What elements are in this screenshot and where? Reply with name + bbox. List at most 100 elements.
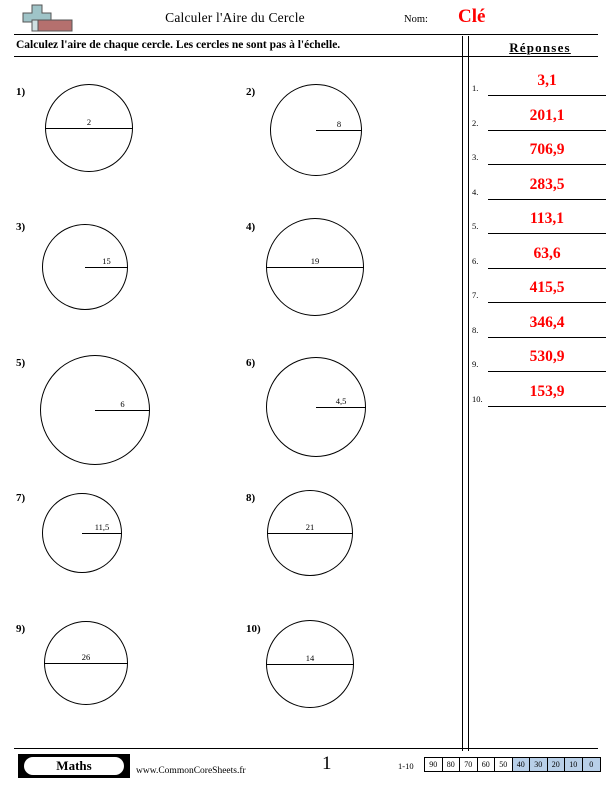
answer-value[interactable]: 3,1 — [488, 72, 606, 90]
scale-cell: 40 — [512, 758, 530, 771]
answers-heading: Réponses — [509, 40, 571, 55]
diameter-line — [44, 663, 128, 664]
answer-row: 2. 201,1 — [472, 105, 608, 136]
diameter-line — [45, 128, 133, 129]
problem-number: 3) — [16, 221, 26, 233]
grading-scale: 90 80 70 60 50 40 30 20 10 0 — [424, 757, 601, 772]
measurement-label: 6 — [120, 399, 125, 409]
circle-figure: 19 — [266, 218, 364, 316]
measurement-label: 8 — [336, 119, 342, 129]
circle-figure: 4,5 — [266, 357, 366, 457]
answer-row: 10. 153,9 — [472, 381, 608, 412]
answer-value[interactable]: 63,6 — [488, 245, 606, 263]
answer-row: 1. 3,1 — [472, 70, 608, 101]
answer-writing-line[interactable] — [488, 302, 606, 303]
circle-figure: 21 — [267, 490, 353, 576]
answer-number: 4. — [472, 187, 479, 197]
answer-number: 8. — [472, 325, 479, 335]
footer-column-tick-inner — [468, 741, 469, 751]
scale-cell: 20 — [547, 758, 565, 771]
radius-line — [316, 130, 362, 131]
answer-writing-line[interactable] — [488, 130, 606, 131]
measurement-label: 14 — [305, 653, 315, 663]
circle-figure: 11,5 — [42, 493, 122, 573]
scale-cell: 50 — [495, 758, 513, 771]
answer-number: 6. — [472, 256, 479, 266]
answer-row: 5. 113,1 — [472, 208, 608, 239]
measurement-label: 19 — [310, 256, 320, 266]
brand-label: Maths — [56, 758, 92, 773]
scale-range-label: 1-10 — [398, 761, 414, 771]
answer-writing-line[interactable] — [488, 95, 606, 96]
answer-row: 3. 706,9 — [472, 139, 608, 170]
diameter-line — [267, 533, 353, 534]
answer-number: 7. — [472, 290, 479, 300]
circle-figure: 8 — [270, 84, 362, 176]
measurement-label: 4,5 — [335, 396, 347, 406]
site-url: www.CommonCoreSheets.fr — [136, 766, 246, 776]
measurement-label: 26 — [81, 652, 91, 662]
problem-number: 1) — [16, 86, 26, 98]
page-number: 1 — [322, 753, 332, 774]
footer-column-tick-outer — [462, 741, 463, 751]
circle-figure: 26 — [44, 621, 128, 705]
answer-writing-line[interactable] — [488, 164, 606, 165]
answer-writing-line[interactable] — [488, 233, 606, 234]
diameter-line — [266, 267, 364, 268]
answer-writing-line[interactable] — [488, 337, 606, 338]
answer-number: 3. — [472, 152, 479, 162]
problem-number: 5) — [16, 357, 26, 369]
answer-column-divider-inner — [468, 36, 469, 741]
footer-divider — [14, 748, 598, 749]
scale-cell: 0 — [582, 758, 600, 771]
diameter-line — [266, 664, 354, 665]
instructions-text: Calculez l'aire de chaque cercle. Les ce… — [16, 39, 341, 51]
name-value: Clé — [458, 6, 486, 27]
measurement-label: 11,5 — [94, 522, 110, 532]
answer-value[interactable]: 153,9 — [488, 383, 606, 401]
radius-line — [95, 410, 150, 411]
answer-column-divider-outer — [462, 36, 463, 741]
radius-line — [316, 407, 366, 408]
scale-cell: 30 — [530, 758, 548, 771]
answer-row: 6. 63,6 — [472, 243, 608, 274]
answer-value[interactable]: 113,1 — [488, 210, 606, 228]
answer-value[interactable]: 706,9 — [488, 141, 606, 159]
problem-number: 10) — [246, 623, 261, 635]
page-title: Calculer l'Aire du Cercle — [165, 10, 305, 25]
problem-number: 7) — [16, 492, 26, 504]
answer-number: 2. — [472, 118, 479, 128]
problem-number: 4) — [246, 221, 256, 233]
circle-figure: 14 — [266, 620, 354, 708]
answer-writing-line[interactable] — [488, 268, 606, 269]
scale-cell: 60 — [478, 758, 495, 771]
answer-writing-line[interactable] — [488, 406, 606, 407]
scale-cell: 10 — [565, 758, 583, 771]
answer-value[interactable]: 283,5 — [488, 176, 606, 194]
answer-number: 1. — [472, 83, 479, 93]
answer-value[interactable]: 346,4 — [488, 314, 606, 332]
measurement-label: 21 — [305, 522, 315, 532]
answer-value[interactable]: 201,1 — [488, 107, 606, 125]
scale-cell: 90 — [425, 758, 443, 771]
answer-value[interactable]: 530,9 — [488, 348, 606, 366]
circle-figure: 2 — [45, 84, 133, 172]
answer-row: 8. 346,4 — [472, 312, 608, 343]
measurement-label: 15 — [102, 256, 111, 266]
answer-writing-line[interactable] — [488, 199, 606, 200]
name-label: Nom: — [404, 14, 428, 25]
page-header: Calculer l'Aire du Cercle Nom: Clé — [0, 0, 612, 36]
problem-number: 8) — [246, 492, 256, 504]
answer-writing-line[interactable] — [488, 371, 606, 372]
answer-number: 5. — [472, 221, 479, 231]
problem-number: 9) — [16, 623, 26, 635]
radius-line — [82, 533, 122, 534]
answer-row: 7. 415,5 — [472, 277, 608, 308]
answer-number: 9. — [472, 359, 479, 369]
radius-line — [85, 267, 128, 268]
answer-row: 4. 283,5 — [472, 174, 608, 205]
circle-figure: 15 — [42, 224, 128, 310]
problem-number: 6) — [246, 357, 256, 369]
scale-cell: 70 — [460, 758, 478, 771]
answer-value[interactable]: 415,5 — [488, 279, 606, 297]
